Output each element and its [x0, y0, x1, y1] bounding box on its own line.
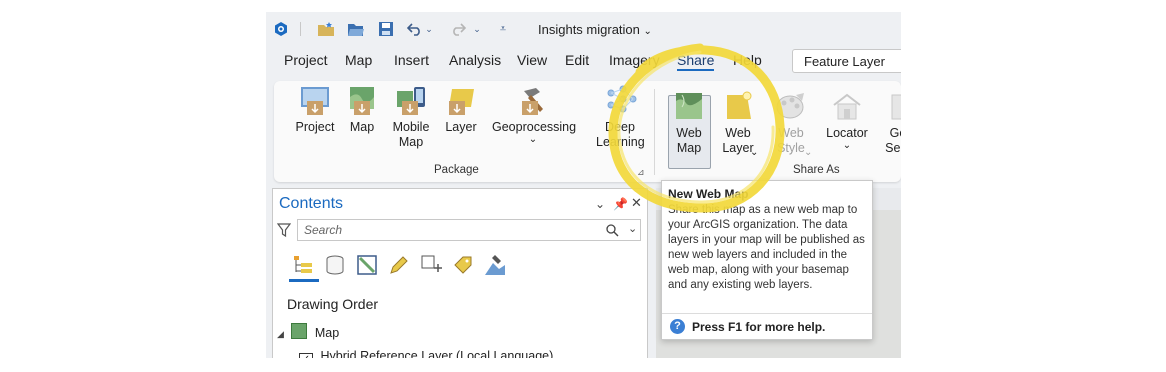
- tab-imagery[interactable]: Imagery: [609, 52, 660, 68]
- geoprocessing-hammer-icon: [516, 85, 550, 117]
- deep-learning-network-icon: [603, 85, 637, 117]
- chevron-down-icon: ⌄: [643, 26, 652, 37]
- share-web-style-button[interactable]: Web Style ⌄: [768, 91, 814, 158]
- search-options-chevron-icon[interactable]: ⌄: [628, 222, 637, 235]
- package-mobile-map-button[interactable]: Mobile Map: [390, 85, 432, 150]
- list-by-selection-icon[interactable]: [355, 253, 379, 277]
- tab-edit[interactable]: Edit: [565, 52, 589, 68]
- tab-analysis[interactable]: Analysis: [449, 52, 501, 68]
- title-bar: ⌄ ⌄ ⩡ Insights migration ⌄: [266, 12, 901, 46]
- package-project-button[interactable]: Project: [290, 85, 340, 135]
- package-geoprocessing-button[interactable]: Geoprocessing ⌄: [492, 85, 576, 145]
- collapse-triangle-icon[interactable]: ◢: [277, 329, 284, 339]
- service-icon: [890, 91, 901, 123]
- pin-icon[interactable]: 📌: [613, 197, 628, 211]
- chevron-down-icon: ⌄: [750, 147, 759, 158]
- chevron-down-icon: ⌄: [842, 140, 852, 151]
- web-map-tooltip: New Web Map Share this map as a new web …: [661, 180, 873, 340]
- web-map-icon: [672, 91, 706, 123]
- app-title[interactable]: Insights migration ⌄: [538, 22, 652, 37]
- layer-package-icon: [444, 85, 478, 117]
- list-by-data-source-icon[interactable]: [323, 253, 347, 277]
- package-layer-button[interactable]: Layer: [442, 85, 480, 135]
- close-icon[interactable]: ✕: [631, 195, 642, 211]
- share-locator-button[interactable]: Locator ⌄: [824, 91, 870, 151]
- package-map-button[interactable]: Map: [344, 85, 380, 135]
- arcgis-pro-window: ⌄ ⌄ ⩡ Insights migration ⌄ Project Map I…: [266, 12, 901, 358]
- web-layer-icon: [721, 91, 755, 123]
- tab-map[interactable]: Map: [345, 52, 372, 68]
- mobile-map-icon: [394, 85, 428, 117]
- redo-dropdown-icon[interactable]: ⌄: [472, 20, 482, 38]
- tab-view[interactable]: View: [517, 52, 547, 68]
- tab-share[interactable]: Share: [677, 52, 715, 71]
- customize-toolbar-icon[interactable]: ⩡: [496, 20, 510, 38]
- list-by-drawing-order-icon[interactable]: [289, 253, 319, 282]
- group-divider: [654, 89, 655, 175]
- map-icon: [291, 323, 308, 339]
- list-by-editing-pencil-icon[interactable]: [387, 253, 411, 277]
- package-project-icon: [298, 85, 332, 117]
- arcgis-pro-logo-icon: [272, 20, 290, 38]
- save-project-icon[interactable]: [376, 20, 396, 38]
- tooltip-title: New Web Map: [668, 187, 749, 201]
- package-group-label: Package: [434, 164, 479, 176]
- list-by-labeling-icon[interactable]: [451, 253, 475, 277]
- undo-icon[interactable]: [406, 20, 424, 38]
- web-style-palette-icon: [774, 91, 808, 123]
- package-group-launcher-icon[interactable]: ⊿: [637, 167, 645, 178]
- layer-tree-item[interactable]: ✓ Hybrid Reference Layer (Local Language…: [299, 349, 553, 358]
- contextual-layer-tab[interactable]: Feature Layer: [792, 49, 901, 73]
- share-geoprocessing-service-button[interactable]: Ge Serv: [878, 91, 901, 156]
- layer-visibility-checkbox[interactable]: ✓: [299, 353, 313, 358]
- package-deep-learning-button[interactable]: Deep Learning: [596, 85, 645, 150]
- contents-title: Contents: [279, 195, 344, 212]
- tooltip-body: Share this map as a new web map to your …: [668, 204, 865, 291]
- new-project-icon[interactable]: [316, 20, 336, 38]
- drawing-order-heading: Drawing Order: [287, 296, 379, 312]
- package-map-icon: [345, 85, 379, 117]
- locator-house-icon: [830, 91, 864, 123]
- help-icon: ?: [670, 319, 685, 334]
- share-as-group-label: Share As: [793, 164, 840, 176]
- tab-project[interactable]: Project: [284, 52, 328, 68]
- chevron-down-icon: ⌄: [528, 134, 538, 145]
- undo-dropdown-icon[interactable]: ⌄: [424, 20, 434, 38]
- list-by-perspective-imagery-icon[interactable]: [483, 253, 507, 277]
- open-project-icon[interactable]: [346, 20, 366, 38]
- map-tree-item[interactable]: ◢ Map: [277, 323, 339, 340]
- filter-icon[interactable]: [276, 222, 292, 243]
- list-by-snapping-icon[interactable]: [419, 253, 443, 277]
- search-input[interactable]: Search: [297, 219, 641, 241]
- tab-insert[interactable]: Insert: [394, 52, 429, 68]
- share-web-layer-button[interactable]: Web Layer ⌄: [715, 91, 761, 158]
- contents-pane: Contents ⌄ 📌 ✕ Search ⌄ Drawing Order ◢ …: [272, 188, 648, 358]
- redo-icon[interactable]: [449, 20, 467, 38]
- tab-help[interactable]: Help: [733, 52, 762, 68]
- ribbon: Project Map Mobile Map Layer Geoprocessi…: [274, 81, 901, 182]
- chevron-down-icon: ⌄: [804, 147, 813, 158]
- pane-options-chevron-icon[interactable]: ⌄: [595, 197, 605, 211]
- share-web-map-button[interactable]: Web Map: [666, 91, 712, 156]
- search-icon[interactable]: [606, 224, 619, 242]
- tooltip-footer: ? Press F1 for more help.: [662, 313, 872, 340]
